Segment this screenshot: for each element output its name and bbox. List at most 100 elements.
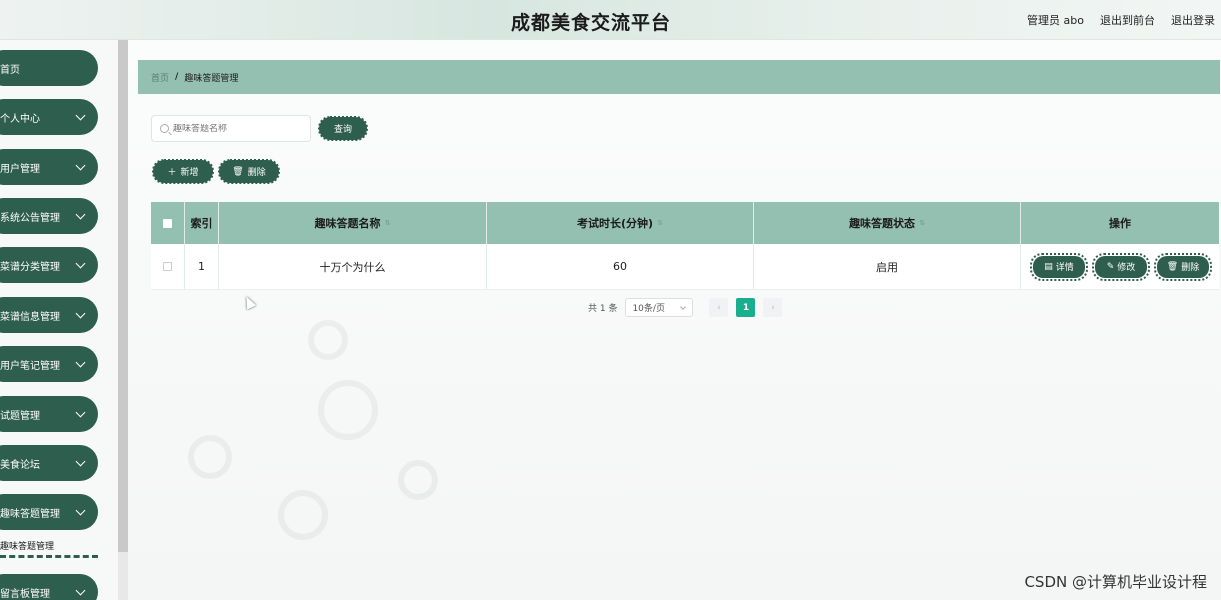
- chevron-down-icon: [75, 456, 86, 467]
- column-header-status[interactable]: 趣味答题状态 ⇅: [754, 202, 1021, 244]
- decorative-drop: [188, 435, 232, 479]
- chevron-down-icon: [75, 110, 86, 121]
- sidebar-item-label: 个人中心: [0, 113, 40, 125]
- page-number-button[interactable]: 1: [736, 298, 756, 317]
- row-checkbox-cell: [151, 244, 185, 289]
- chevron-down-icon: [75, 357, 86, 368]
- sidebar-item-messages[interactable]: 留言板管理: [0, 574, 98, 600]
- column-header-duration[interactable]: 考试时长(分钟) ⇅: [487, 202, 754, 244]
- edit-button-label: 修改: [1117, 263, 1136, 273]
- user-label: 管理员 abo: [1027, 14, 1084, 27]
- sidebar-item-label: 趣味答题管理: [0, 508, 60, 520]
- sidebar-item-forum[interactable]: 美食论坛: [0, 445, 98, 481]
- trash-icon: 🗑: [232, 166, 244, 177]
- trash-icon: 🗑: [1166, 261, 1179, 272]
- add-button-label: 新增: [180, 168, 199, 178]
- chevron-down-icon: [680, 304, 687, 310]
- chevron-down-icon: [75, 585, 86, 596]
- header-right: 管理员 abo 退出到前台 退出登录: [1027, 12, 1215, 28]
- detail-button[interactable]: ▤ 详情: [1030, 252, 1088, 281]
- sidebar-item-notices[interactable]: 系统公告管理: [0, 198, 98, 234]
- sidebar-scrollbar-track[interactable]: [118, 552, 128, 600]
- breadcrumb: 首页 / 趣味答题管理: [138, 60, 1220, 94]
- data-table: 索引 趣味答题名称 ⇅ 考试时长(分钟) ⇅ 趣味答题状态 ⇅ 操作 1 十万个…: [151, 202, 1219, 290]
- decorative-drop: [318, 380, 378, 440]
- table-header: 索引 趣味答题名称 ⇅ 考试时长(分钟) ⇅ 趣味答题状态 ⇅ 操作: [151, 202, 1219, 244]
- row-checkbox[interactable]: [163, 262, 172, 271]
- decorative-drop: [308, 320, 348, 360]
- sidebar-item-home[interactable]: 首页: [0, 50, 98, 86]
- column-header-duration-label: 考试时长(分钟): [577, 217, 654, 230]
- sidebar-item-label: 试题管理: [0, 410, 40, 422]
- sidebar: 首页 个人中心 用户管理 系统公告管理 菜谱分类管理 菜谱信息管理 用户笔记管理…: [0, 40, 118, 600]
- row-delete-button[interactable]: 🗑 删除: [1154, 252, 1212, 281]
- next-page-button[interactable]: ›: [763, 298, 783, 317]
- edit-button[interactable]: ✎ 修改: [1092, 252, 1150, 281]
- watermark: CSDN @计算机毕业设计程: [1024, 573, 1207, 591]
- search-button-label: 查询: [333, 125, 352, 135]
- chevron-down-icon: [75, 160, 86, 171]
- decorative-drop: [398, 460, 438, 500]
- submenu-item-quiz-manage[interactable]: 趣味答题管理: [0, 538, 98, 558]
- column-header-status-label: 趣味答题状态: [849, 217, 916, 230]
- breadcrumb-current: 趣味答题管理: [184, 73, 239, 84]
- pagination-total: 共 1 条: [588, 304, 618, 314]
- sidebar-item-profile[interactable]: 个人中心: [0, 99, 98, 135]
- row-delete-button-label: 删除: [1181, 263, 1200, 273]
- sort-icon[interactable]: ⇅: [657, 219, 663, 227]
- sidebar-item-label: 美食论坛: [0, 459, 40, 471]
- page-size-value: 10条/页: [632, 304, 665, 314]
- column-header-name[interactable]: 趣味答题名称 ⇅: [219, 202, 487, 244]
- delete-button[interactable]: 🗑 删除: [218, 159, 280, 184]
- sidebar-item-users[interactable]: 用户管理: [0, 149, 98, 185]
- sidebar-item-quiz[interactable]: 趣味答题管理: [0, 494, 98, 530]
- chevron-down-icon: [75, 407, 86, 418]
- search-input[interactable]: [173, 123, 303, 134]
- logout-link[interactable]: 退出登录: [1171, 12, 1215, 28]
- sidebar-item-label: 系统公告管理: [0, 212, 60, 224]
- breadcrumb-separator: /: [175, 72, 179, 82]
- column-header-actions: 操作: [1109, 217, 1131, 230]
- breadcrumb-home[interactable]: 首页: [151, 71, 169, 84]
- chevron-down-icon: [75, 209, 86, 220]
- sidebar-item-label: 菜谱信息管理: [0, 311, 60, 323]
- detail-button-label: 详情: [1055, 263, 1074, 273]
- sort-icon[interactable]: ⇅: [385, 219, 391, 227]
- document-icon: ▤: [1044, 261, 1053, 272]
- plus-icon: ＋: [167, 168, 177, 178]
- search-box: [151, 115, 311, 142]
- cell-status: 启用: [754, 244, 1021, 289]
- decorative-drop: [278, 490, 328, 540]
- sidebar-item-label: 用户笔记管理: [0, 360, 60, 372]
- cell-actions: ▤ 详情 ✎ 修改 🗑 删除: [1021, 244, 1219, 289]
- sidebar-item-recipes[interactable]: 菜谱信息管理: [0, 297, 98, 333]
- front-link[interactable]: 退出到前台: [1100, 12, 1155, 28]
- table-row: 1 十万个为什么 60 启用 ▤ 详情 ✎ 修改 🗑 删除: [151, 244, 1219, 290]
- sidebar-scrollbar-thumb[interactable]: [118, 40, 128, 552]
- pencil-icon: ✎: [1106, 261, 1115, 272]
- page-size-select[interactable]: 10条/页: [625, 298, 694, 317]
- column-header-name-label: 趣味答题名称: [314, 217, 381, 230]
- add-button[interactable]: ＋ 新增: [152, 159, 214, 184]
- sidebar-item-questions[interactable]: 试题管理: [0, 396, 98, 432]
- column-header-index: 索引: [185, 202, 219, 244]
- chevron-down-icon: [75, 308, 86, 319]
- delete-button-label: 删除: [247, 168, 266, 178]
- cell-name: 十万个为什么: [219, 244, 487, 289]
- top-header: 成都美食交流平台 管理员 abo 退出到前台 退出登录: [0, 0, 1221, 40]
- search-button[interactable]: 查询: [318, 116, 368, 141]
- sidebar-item-label: 用户管理: [0, 163, 40, 175]
- sidebar-item-recipe-categories[interactable]: 菜谱分类管理: [0, 247, 98, 283]
- main-content: 首页 / 趣味答题管理 查询 ＋ 新增 🗑 删除 索引 趣味答题名称 ⇅ 考试时…: [128, 40, 1221, 600]
- chevron-down-icon: [75, 258, 86, 269]
- sidebar-item-notes[interactable]: 用户笔记管理: [0, 346, 98, 382]
- sidebar-item-label: 菜谱分类管理: [0, 261, 60, 273]
- select-all-checkbox[interactable]: [163, 218, 172, 228]
- app-title: 成都美食交流平台: [510, 12, 671, 34]
- sort-icon[interactable]: ⇅: [919, 219, 925, 227]
- prev-page-button[interactable]: ‹: [709, 298, 729, 317]
- sidebar-item-label: 留言板管理: [0, 588, 50, 600]
- pagination: 共 1 条 10条/页 ‹ 1 ›: [588, 298, 783, 317]
- chevron-down-icon: [75, 505, 86, 516]
- cell-duration: 60: [487, 244, 754, 289]
